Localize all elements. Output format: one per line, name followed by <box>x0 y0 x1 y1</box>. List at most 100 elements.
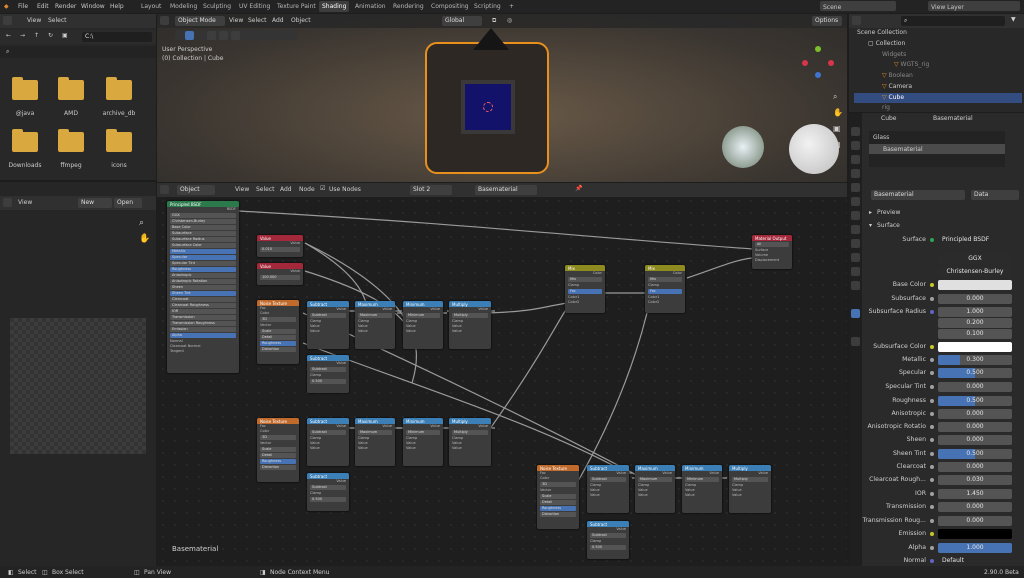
prop-field[interactable]: 0.000 <box>938 435 1012 445</box>
constraints-tab-icon[interactable] <box>851 267 860 276</box>
folder-icon[interactable] <box>58 77 84 100</box>
prop-field[interactable]: 0.300 <box>938 355 1012 365</box>
object-tab-icon[interactable] <box>851 211 860 220</box>
node-math[interactable]: Minimum Value Minimum Clamp Value Value <box>403 418 443 466</box>
vp-menu-view[interactable]: View <box>229 17 243 24</box>
scene-tab-icon[interactable] <box>851 183 860 192</box>
prop-field[interactable]: 0.000 <box>938 502 1012 512</box>
tab-animation[interactable]: Animation <box>352 1 389 12</box>
outliner-item[interactable]: ▽ WGTS_rig <box>854 60 1022 70</box>
material-slot-selected[interactable]: Basematerial <box>883 146 923 153</box>
prop-field[interactable]: 0.100 <box>938 329 1012 339</box>
outliner-item[interactable]: ▽ Camera <box>854 82 1022 92</box>
mode-subtract-icon[interactable] <box>231 31 240 40</box>
node-math[interactable]: Subtract Value Subtract Clamp Value Value <box>587 465 629 513</box>
scene-selector[interactable]: Scene <box>820 1 896 11</box>
hand-icon[interactable]: ✋ <box>139 234 150 244</box>
node-math[interactable]: Subtract Value Subtract Clamp 0.500 <box>307 355 349 393</box>
socket-icon[interactable] <box>930 345 934 349</box>
node-value[interactable]: Value Value 100.000 <box>257 263 303 285</box>
prop-field[interactable]: 0.000 <box>938 382 1012 392</box>
material-tab-icon[interactable] <box>851 309 860 318</box>
fb-menu-view[interactable]: View <box>27 17 41 24</box>
node-math[interactable]: Minimum Value Minimum Clamp Value Value <box>682 465 722 513</box>
node-math[interactable]: Subtract Value Subtract Clamp Value Value <box>307 301 349 349</box>
socket-icon[interactable] <box>930 465 934 469</box>
search-icon[interactable]: ⌕ <box>6 48 9 56</box>
back-icon[interactable]: ← <box>6 32 11 39</box>
camera-gizmo[interactable] <box>473 28 509 50</box>
distribution-selector[interactable]: GGX <box>938 254 1012 264</box>
folder-icon[interactable] <box>12 77 38 100</box>
tab-modeling[interactable]: Modeling <box>167 1 200 12</box>
options-button[interactable]: Options <box>812 16 842 26</box>
output-tab-icon[interactable] <box>851 155 860 164</box>
prop-field[interactable]: 1.450 <box>938 489 1012 499</box>
texture-tab-icon[interactable] <box>851 337 860 346</box>
tool-tab-icon[interactable] <box>851 127 860 136</box>
node-math[interactable]: Minimum Value Minimum Clamp Value Value <box>403 301 443 349</box>
node-math[interactable]: Subtract Value Subtract Clamp 0.500 <box>307 473 349 511</box>
prop-field[interactable]: 0.000 <box>938 516 1012 526</box>
subsurface-method-selector[interactable]: Christensen-Burley <box>938 267 1012 277</box>
physics-tab-icon[interactable] <box>851 253 860 262</box>
prop-field[interactable]: 0.000 <box>938 462 1012 472</box>
prop-field[interactable] <box>938 280 1012 290</box>
node-math[interactable]: Multiply Value Multiply Clamp Value Value <box>449 418 491 466</box>
menu-window[interactable]: Window <box>81 3 105 10</box>
tab-scripting[interactable]: Scripting <box>471 1 504 12</box>
folder-label[interactable]: icons <box>94 162 144 169</box>
grid-icon[interactable]: ▦ <box>833 140 841 149</box>
mode-selector[interactable]: Object Mode <box>175 16 225 26</box>
folder-label[interactable]: @java <box>0 110 50 117</box>
folder-label[interactable]: Downloads <box>0 162 50 169</box>
folder-icon[interactable] <box>12 129 38 152</box>
editor-type-icon[interactable] <box>3 16 12 25</box>
node-mix-rgb[interactable]: Mix Color Mix Clamp Fac Color1 Color2 <box>645 265 685 313</box>
outliner-item[interactable]: ▢ Collection <box>854 39 1022 49</box>
refresh-icon[interactable]: ↻ <box>48 32 53 39</box>
node-noise-texture[interactable]: Noise Texture Fac Color 3D Vector Scale Detail… <box>257 300 299 364</box>
mode-extend-icon[interactable] <box>219 31 228 40</box>
open-image-button[interactable]: Open <box>114 198 142 208</box>
prop-field[interactable]: 0.030 <box>938 475 1012 485</box>
node-value[interactable]: Value Value 0.010 <box>257 235 303 257</box>
socket-icon[interactable] <box>930 478 934 482</box>
tab-texture-paint[interactable]: Texture Paint <box>274 1 319 12</box>
socket-icon[interactable] <box>930 425 934 429</box>
surface-panel-header[interactable]: Surface <box>877 222 900 229</box>
vp-menu-object[interactable]: Object <box>291 17 311 24</box>
tab-compositing[interactable]: Compositing <box>428 1 472 12</box>
prop-field[interactable]: 0.200 <box>938 318 1012 328</box>
outliner-item-selected[interactable]: ▽ Cube <box>854 93 1022 103</box>
folder-icon[interactable] <box>106 129 132 152</box>
folder-label[interactable]: archive_db <box>94 110 144 117</box>
preview-panel-toggle[interactable]: ▸ <box>869 209 872 216</box>
tab-rendering[interactable]: Rendering <box>390 1 427 12</box>
node-material-output[interactable]: Material Output All Surface Volume Displacem… <box>752 235 792 269</box>
particles-tab-icon[interactable] <box>851 239 860 248</box>
3d-cursor[interactable] <box>483 102 493 112</box>
prop-field[interactable]: Default <box>938 556 1012 566</box>
prop-field[interactable]: 0.500 <box>938 396 1012 406</box>
data-tab-icon[interactable] <box>851 281 860 290</box>
socket-icon[interactable] <box>930 385 934 389</box>
node-math[interactable]: Subtract Value Subtract Clamp 0.500 <box>587 521 629 559</box>
socket-icon[interactable] <box>930 505 934 509</box>
render-tab-icon[interactable] <box>851 141 860 150</box>
tab-shading[interactable]: Shading <box>319 1 350 12</box>
3d-viewport[interactable]: Object Mode View Select Add Object Globa… <box>157 14 847 182</box>
view-layer-selector[interactable]: View Layer <box>928 1 1020 11</box>
fb-menu-select[interactable]: Select <box>48 17 67 24</box>
editor-type-icon[interactable] <box>160 16 169 25</box>
outliner-item[interactable]: rig <box>854 103 1022 113</box>
camera-icon[interactable]: ▣ <box>833 124 841 133</box>
path-field[interactable]: C:\ <box>82 32 152 42</box>
node-math[interactable]: Maximum Value Maximum Clamp Value Value <box>635 465 675 513</box>
vp-menu-select[interactable]: Select <box>248 17 267 24</box>
outliner-item-scene-collection[interactable]: Scene Collection <box>854 28 1022 38</box>
snap-icon[interactable]: ⧉ <box>492 17 496 25</box>
node-math[interactable]: Multiply Value Multiply Clamp Value Value <box>729 465 771 513</box>
folder-icon[interactable] <box>58 129 84 152</box>
menu-render[interactable]: Render <box>55 3 76 10</box>
